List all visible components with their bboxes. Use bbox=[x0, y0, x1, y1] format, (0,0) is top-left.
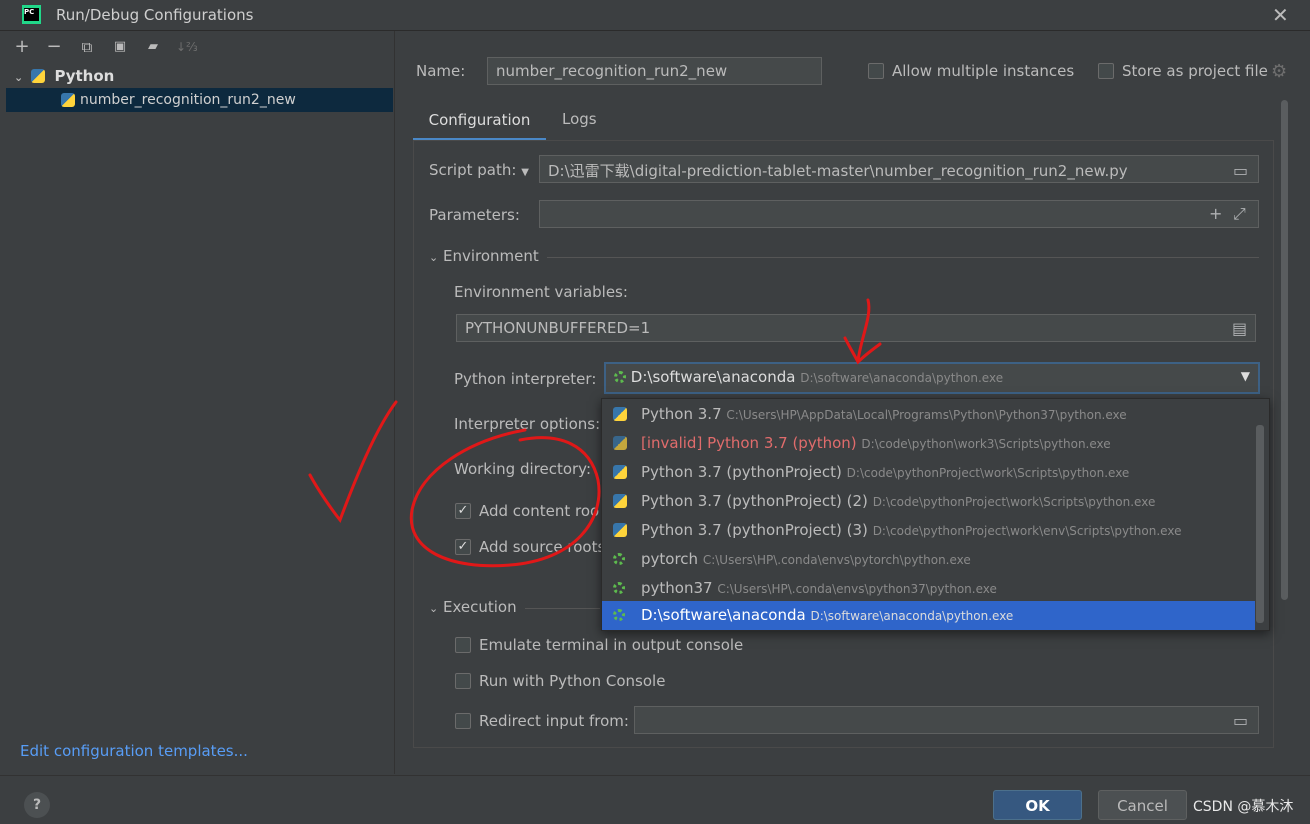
checkmark-annotation bbox=[308, 400, 398, 523]
red-annotations bbox=[308, 298, 882, 568]
ok-button[interactable]: OK bbox=[993, 790, 1082, 820]
arrow-annotation bbox=[843, 298, 882, 365]
watermark-text: CSDN @慕木沐 bbox=[1193, 799, 1294, 815]
circle-annotation bbox=[409, 428, 601, 568]
help-button[interactable]: ? bbox=[24, 792, 50, 818]
cancel-button[interactable]: Cancel bbox=[1098, 790, 1187, 820]
